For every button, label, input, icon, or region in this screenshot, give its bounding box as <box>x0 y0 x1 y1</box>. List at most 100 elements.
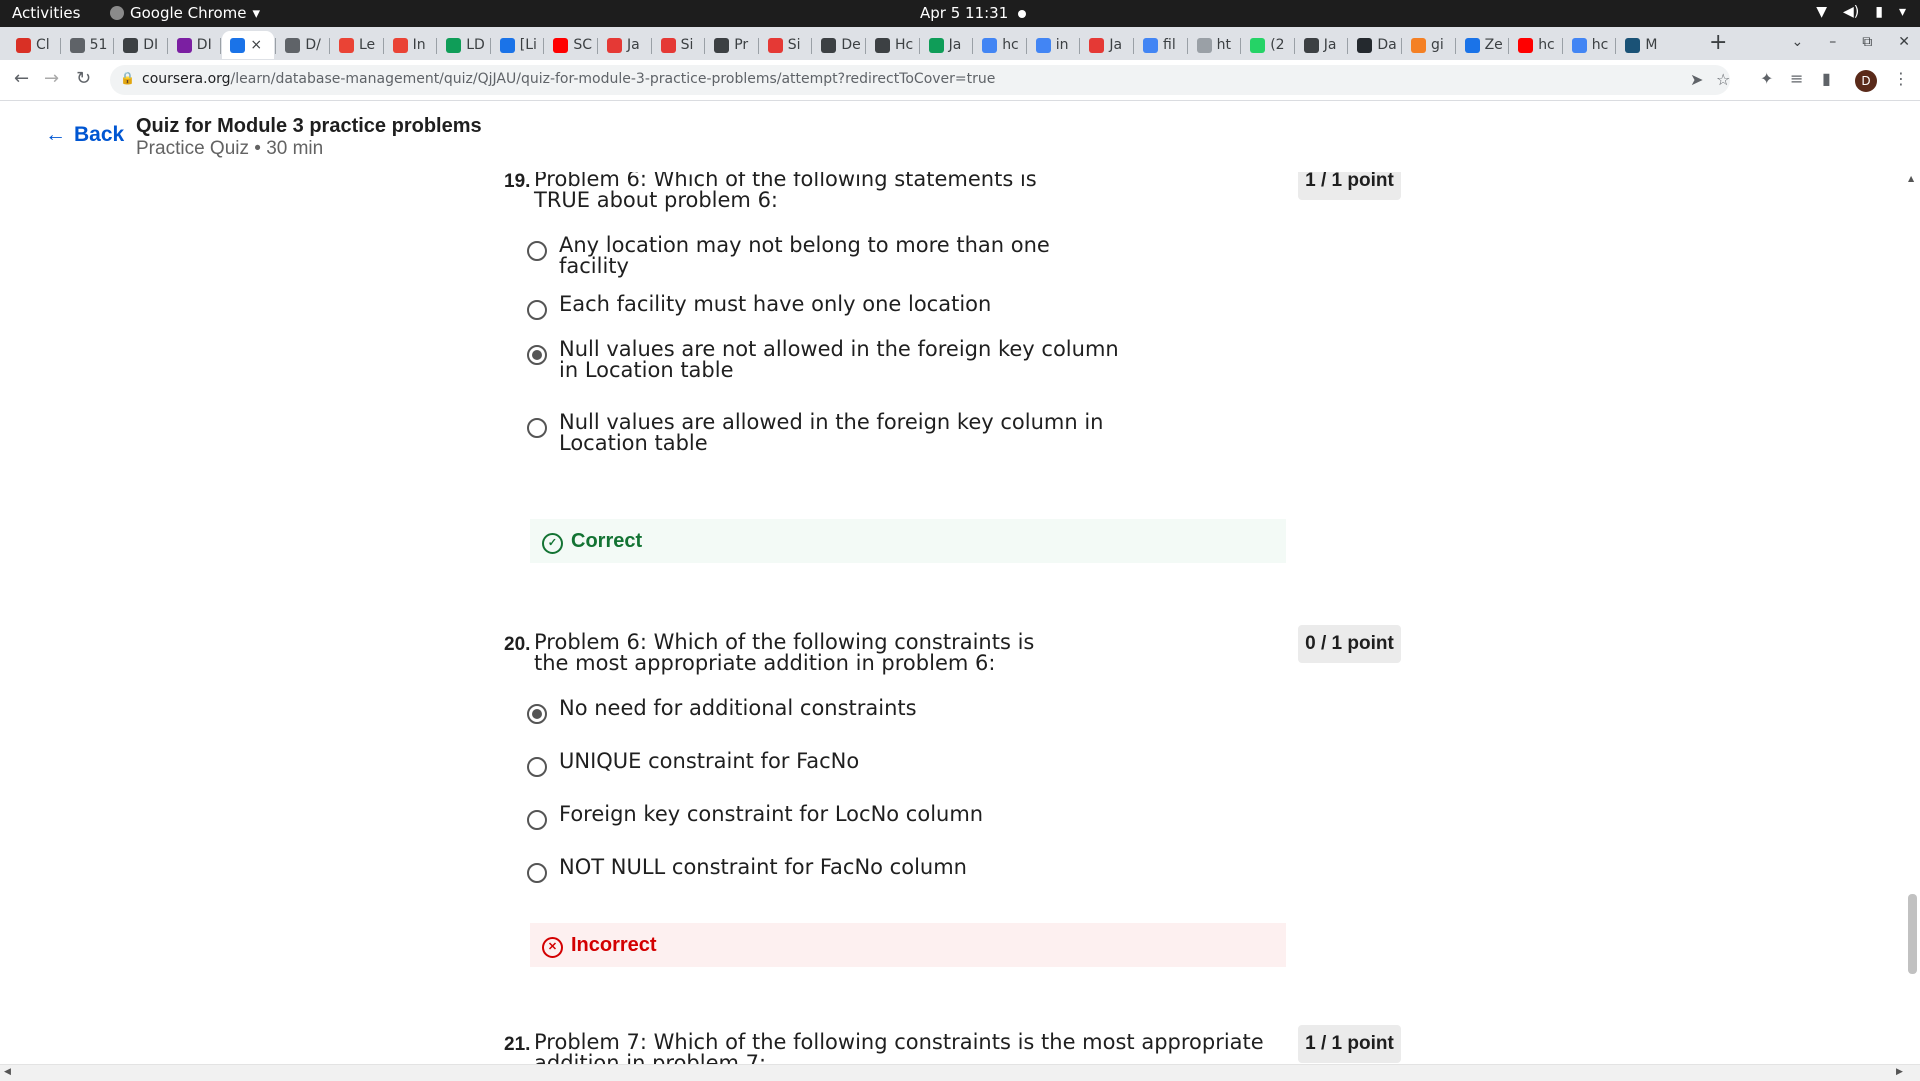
notification-dot-icon <box>1018 9 1027 18</box>
browser-tab[interactable]: De <box>813 31 860 59</box>
tab-label: Le <box>359 37 376 53</box>
activities-button[interactable]: Activities <box>12 4 80 22</box>
close-window-icon[interactable]: ✕ <box>1898 34 1910 50</box>
scroll-right-arrow-icon[interactable]: ▶ <box>1896 1067 1903 1077</box>
browser-tab[interactable]: in <box>1028 31 1075 59</box>
browser-tab[interactable]: M <box>1617 31 1664 59</box>
chrome-menu-icon[interactable]: ⋮ <box>1893 69 1909 88</box>
vertical-scrollbar[interactable]: ▲ <box>1904 172 1920 1064</box>
new-tab-button[interactable]: + <box>1709 30 1727 55</box>
answer-option[interactable]: Any location may not belong to more than… <box>527 235 1119 277</box>
radio-button[interactable] <box>527 863 547 883</box>
tab-separator <box>757 38 759 54</box>
browser-tab[interactable]: Ze <box>1457 31 1504 59</box>
points-badge: 0 / 1 point <box>1298 625 1401 663</box>
tab-search-icon[interactable]: ⌄ <box>1792 34 1804 50</box>
app-menu[interactable]: Google Chrome ▾ <box>110 4 260 22</box>
radio-button-selected[interactable] <box>527 704 547 724</box>
radio-button[interactable] <box>527 300 547 320</box>
tab-separator <box>650 38 652 54</box>
browser-tab[interactable]: 51 <box>62 31 109 59</box>
restore-icon[interactable]: ⧉ <box>1862 34 1872 50</box>
window-controls: ⌄ – ⧉ ✕ <box>1792 34 1910 50</box>
browser-tab[interactable]: Le <box>331 31 378 59</box>
browser-tab[interactable]: Ja <box>921 31 968 59</box>
browser-tab[interactable]: SC <box>545 31 592 59</box>
tab-separator <box>1293 38 1295 54</box>
lock-icon[interactable]: 🔒 <box>120 71 135 85</box>
browser-tab[interactable]: Cl <box>8 31 55 59</box>
send-to-device-icon[interactable]: ➤ <box>1690 70 1703 89</box>
browser-tab[interactable]: hc <box>1510 31 1557 59</box>
answer-option-selected[interactable]: Null values are not allowed in the forei… <box>527 339 1119 381</box>
browser-tab[interactable]: hc <box>1564 31 1611 59</box>
reading-list-icon[interactable]: ≡ <box>1790 69 1803 88</box>
tab-favicon-icon <box>339 37 354 53</box>
browser-tab[interactable]: fil <box>1135 31 1182 59</box>
bookmark-star-icon[interactable]: ☆ <box>1716 70 1730 89</box>
extensions-icon[interactable]: ✦ <box>1760 69 1773 88</box>
tab-favicon-icon <box>392 37 408 53</box>
browser-tab[interactable]: gi <box>1403 31 1450 59</box>
option-label: Any location may not belong to more than… <box>559 233 1050 278</box>
browser-tab[interactable]: [Li <box>492 31 539 59</box>
browser-tab[interactable]: In <box>385 31 432 59</box>
tab-active[interactable]: × <box>222 31 275 59</box>
browser-tab[interactable]: Si <box>653 31 700 59</box>
system-tray[interactable]: ▼ ◀) ▮ ▾ <box>1816 4 1906 20</box>
back-link[interactable]: ← Back <box>45 123 124 147</box>
answer-option-selected[interactable]: No need for additional constraints <box>527 698 1119 724</box>
browser-tab[interactable]: Si <box>760 31 807 59</box>
answer-option[interactable]: UNIQUE constraint for FacNo <box>527 751 1119 777</box>
tab-separator <box>1508 38 1510 54</box>
browser-tab[interactable]: Ja <box>1296 31 1343 59</box>
tab-separator <box>811 38 813 54</box>
scrollbar-thumb[interactable] <box>1908 894 1917 974</box>
browser-tab[interactable]: hc <box>974 31 1021 59</box>
tab-label: SC <box>573 37 593 53</box>
close-tab-icon[interactable]: × <box>250 37 262 53</box>
clock[interactable]: Apr 5 11:31 <box>920 4 1027 22</box>
answer-option[interactable]: Null values are allowed in the foreign k… <box>527 412 1119 454</box>
browser-tab[interactable]: ht <box>1189 31 1236 59</box>
tab-favicon-icon <box>1357 37 1373 53</box>
tab-separator <box>1079 38 1081 54</box>
profile-avatar[interactable]: D <box>1855 70 1877 92</box>
tab-label: Da <box>1377 37 1397 53</box>
radio-button-selected[interactable] <box>527 345 547 365</box>
reload-icon[interactable]: ↻ <box>76 68 91 89</box>
radio-button[interactable] <box>527 810 547 830</box>
browser-tab[interactable]: (2 <box>1242 31 1289 59</box>
url-text: coursera.org/learn/database-management/q… <box>142 71 995 87</box>
forward-arrow-icon[interactable]: → <box>44 68 59 89</box>
radio-button[interactable] <box>527 241 547 261</box>
tab-favicon-icon <box>982 37 998 53</box>
horizontal-scrollbar[interactable]: ◀ ▶ <box>0 1064 1920 1081</box>
tab-favicon-icon <box>230 37 246 53</box>
side-panel-icon[interactable]: ▮ <box>1822 69 1831 88</box>
tab-separator <box>59 38 61 54</box>
answer-option[interactable]: Each facility must have only one locatio… <box>527 294 1119 320</box>
browser-tab[interactable]: Ja <box>599 31 646 59</box>
scroll-up-arrow-icon[interactable]: ▲ <box>1908 174 1914 183</box>
browser-tab[interactable]: DI <box>115 31 162 59</box>
browser-tab[interactable]: Ja <box>1081 31 1128 59</box>
answer-option[interactable]: Foreign key constraint for LocNo column <box>527 804 1119 830</box>
radio-button[interactable] <box>527 757 547 777</box>
browser-tab[interactable]: DI <box>169 31 216 59</box>
tab-separator <box>1615 38 1617 54</box>
browser-tab[interactable]: D/ <box>277 31 324 59</box>
answer-option[interactable]: NOT NULL constraint for FacNo column <box>527 857 1119 883</box>
back-arrow-icon[interactable]: ← <box>14 68 29 89</box>
tab-label: Ja <box>948 37 962 53</box>
browser-tab[interactable]: LD <box>438 31 485 59</box>
browser-tab[interactable]: Pr <box>706 31 753 59</box>
scroll-left-arrow-icon[interactable]: ◀ <box>4 1067 11 1077</box>
tab-separator <box>1454 38 1456 54</box>
browser-tab[interactable]: Da <box>1349 31 1396 59</box>
tab-favicon-icon <box>821 37 837 53</box>
radio-button[interactable] <box>527 418 547 438</box>
minimize-icon[interactable]: – <box>1829 34 1836 50</box>
address-bar[interactable]: 🔒 coursera.org/learn/database-management… <box>110 65 1730 95</box>
browser-tab[interactable]: Hc <box>867 31 914 59</box>
